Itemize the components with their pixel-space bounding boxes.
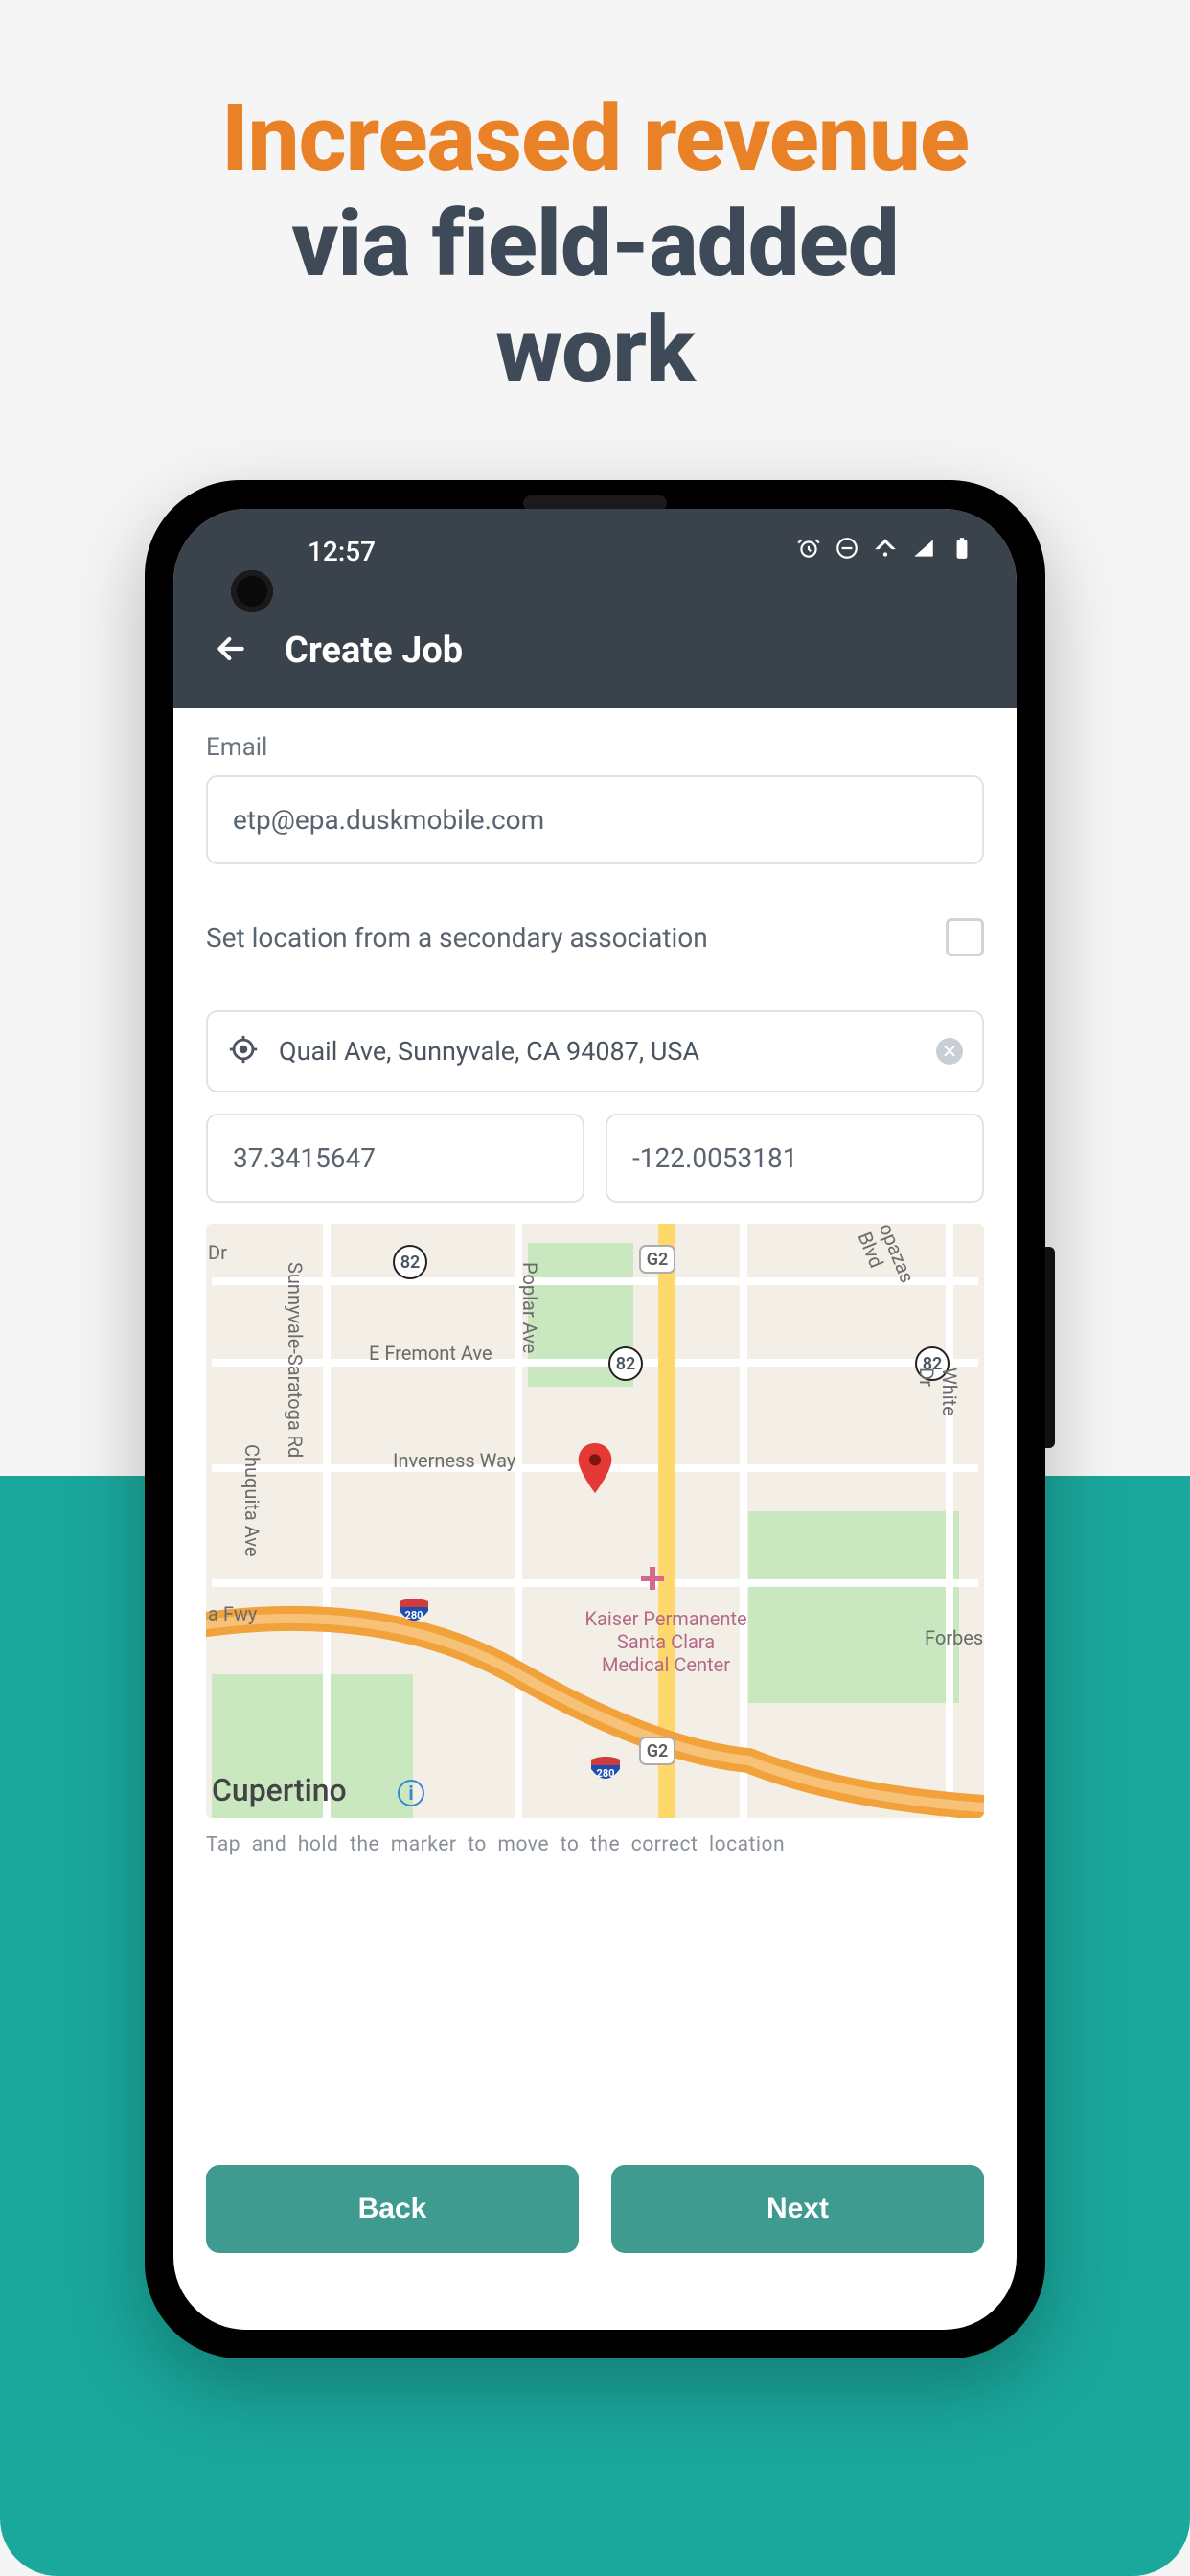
- map-street-label: Poplar Ave: [518, 1262, 541, 1353]
- latitude-field[interactable]: 37.3415647: [206, 1114, 584, 1203]
- map-street-label: Chuquita Ave: [240, 1444, 263, 1556]
- route-82-badge: 82: [393, 1245, 427, 1279]
- email-label: Email: [206, 733, 984, 762]
- locate-icon[interactable]: [227, 1033, 260, 1070]
- secondary-association-label: Set location from a secondary associatio…: [206, 922, 708, 954]
- email-field[interactable]: etp@epa.duskmobile.com: [206, 775, 984, 864]
- longitude-field[interactable]: -122.0053181: [606, 1114, 984, 1203]
- map-poi-label: Santa Clara: [570, 1630, 762, 1653]
- map-street-label: E Fremont Ave: [369, 1342, 492, 1365]
- interstate-280-badge: 280: [589, 1756, 622, 1782]
- back-icon[interactable]: [212, 630, 250, 672]
- map-street-label: Forbes: [925, 1626, 983, 1649]
- status-icons: [796, 536, 974, 567]
- svg-text:280: 280: [597, 1767, 615, 1780]
- map-poi-label: Medical Center: [570, 1653, 762, 1676]
- alarm-icon: [796, 536, 821, 567]
- map-street-label: Inverness Way: [393, 1449, 515, 1472]
- route-82-badge: 82: [608, 1346, 643, 1381]
- wifi-icon: [873, 536, 898, 567]
- status-time: 12:57: [308, 536, 376, 567]
- dnd-icon: [835, 536, 859, 567]
- map-street-label: Dr: [208, 1241, 227, 1264]
- headline-line-2: via field-added: [57, 192, 1133, 297]
- map-view[interactable]: 82 82 82 G2 G2 280 280 E Fremont Ave Inv…: [206, 1224, 984, 1818]
- route-g2-badge: G2: [639, 1245, 675, 1274]
- interstate-280-badge: 280: [398, 1598, 430, 1624]
- map-pin-icon[interactable]: [575, 1443, 615, 1497]
- map-city-label: Cupertino: [212, 1772, 347, 1808]
- phone-frame: 12:57: [145, 480, 1045, 2358]
- headline-line-3: work: [57, 298, 1133, 403]
- address-value: Quail Ave, Sunnyvale, CA 94087, USA: [279, 1036, 917, 1067]
- route-g2-badge: G2: [639, 1736, 675, 1765]
- phone-camera: [231, 570, 273, 612]
- status-bar: 12:57: [173, 509, 1017, 593]
- secondary-association-checkbox[interactable]: [946, 918, 984, 956]
- map-street-label: White Dr: [915, 1368, 961, 1416]
- next-button[interactable]: Next: [611, 2165, 984, 2253]
- map-hint-text: Tap and hold the marker to move to the c…: [206, 1833, 984, 1856]
- map-roads: [206, 1224, 984, 1818]
- battery-icon: [950, 536, 974, 567]
- back-button[interactable]: Back: [206, 2165, 579, 2253]
- clear-icon[interactable]: ✕: [936, 1038, 963, 1065]
- marketing-headline: Increased revenue via field-added work: [0, 0, 1190, 442]
- map-street-label: a Fwy: [208, 1602, 257, 1625]
- map-street-label: Sunnyvale-Saratoga Rd: [284, 1262, 307, 1458]
- app-bar: Create Job: [173, 593, 1017, 708]
- address-field[interactable]: Quail Ave, Sunnyvale, CA 94087, USA ✕: [206, 1010, 984, 1092]
- map-info-icon[interactable]: i: [398, 1780, 424, 1806]
- headline-line-1: Increased revenue: [57, 86, 1133, 192]
- page-title: Create Job: [285, 630, 463, 672]
- svg-text:280: 280: [405, 1609, 423, 1622]
- phone-screen: 12:57: [173, 509, 1017, 2330]
- map-poi-label: Kaiser Permanente: [570, 1607, 762, 1630]
- signal-icon: [911, 536, 936, 567]
